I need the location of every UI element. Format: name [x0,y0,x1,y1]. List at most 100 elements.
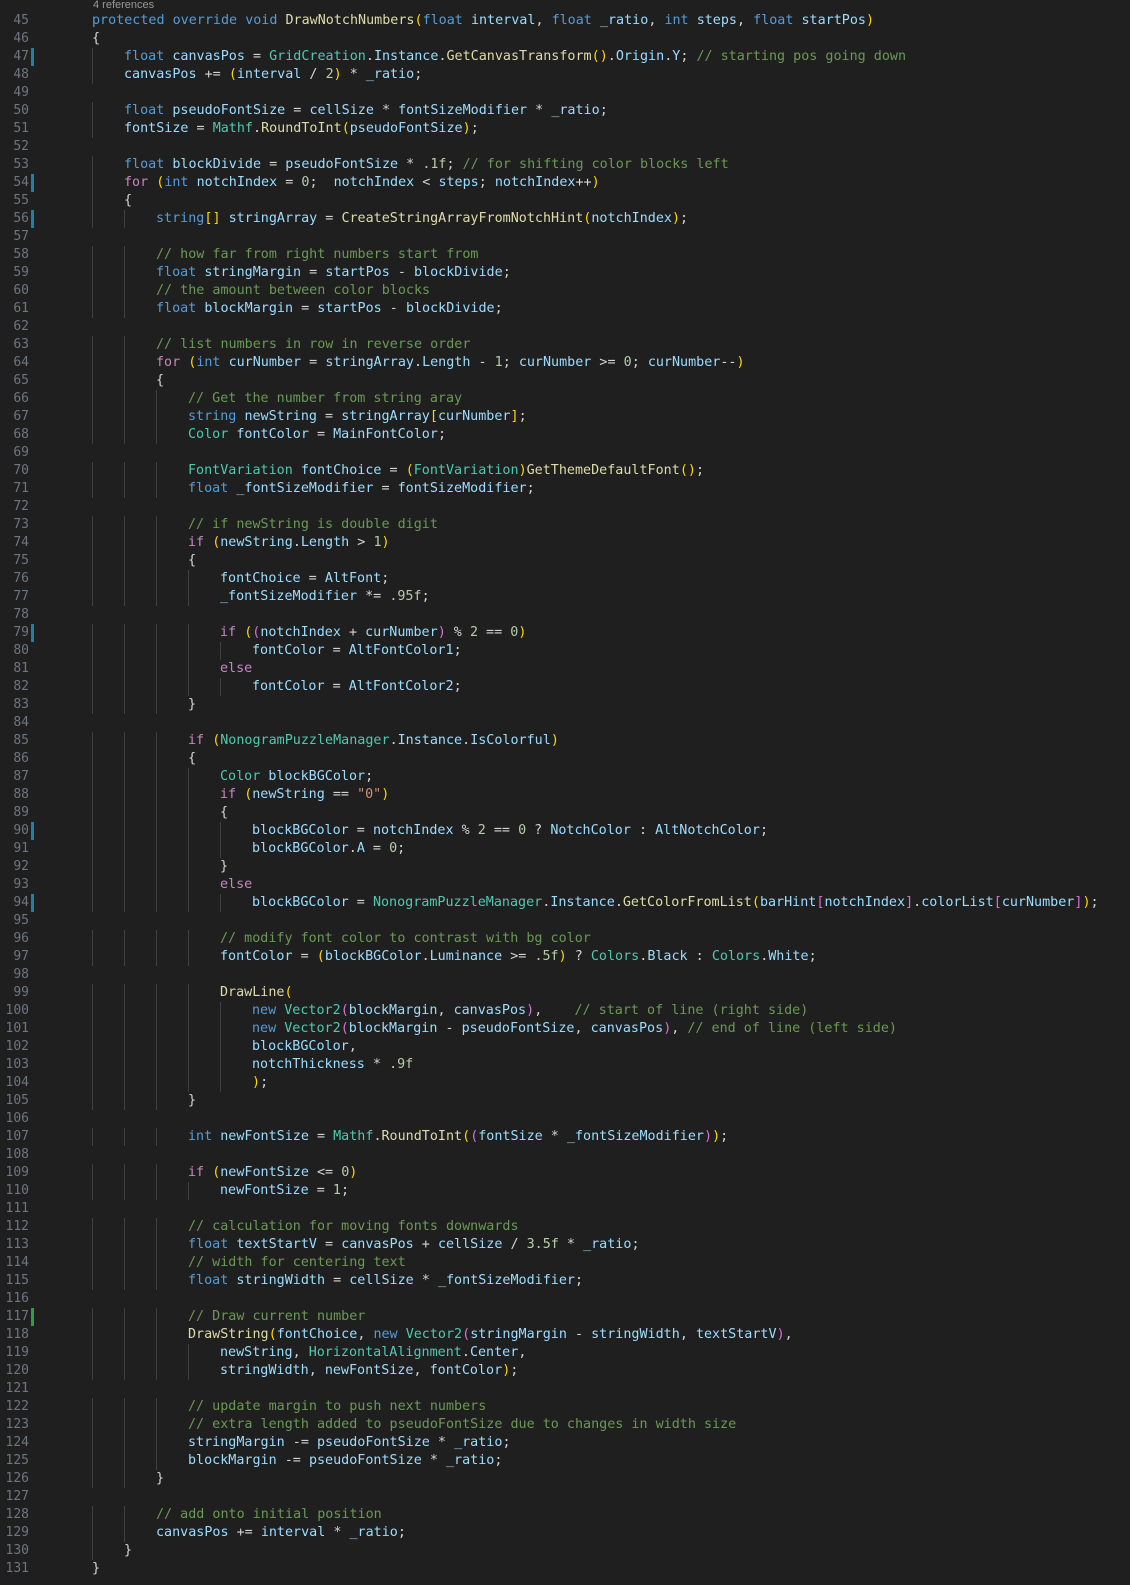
code-line[interactable]: 112 // calculation for moving fonts downw… [0,1218,1130,1236]
code-text[interactable]: else [220,876,252,894]
code-line[interactable]: 127 [0,1488,1130,1506]
code-text[interactable]: float pseudoFontSize = cellSize * fontSi… [124,102,608,120]
code-line[interactable]: 129 canvasPos += interval * _ratio; [0,1524,1130,1542]
code-line[interactable]: 94 blockBGColor = NonogramPuzzleManager.I… [0,894,1130,912]
code-line[interactable]: 131} [0,1560,1130,1578]
code-line[interactable]: 116 [0,1290,1130,1308]
code-line[interactable]: 60 // the amount between color blocks [0,282,1130,300]
code-line[interactable]: 55 { [0,192,1130,210]
code-text[interactable]: blockBGColor = NonogramPuzzleManager.Ins… [252,894,1099,912]
code-line[interactable]: 101 new Vector2(blockMargin - pseudoFontS… [0,1020,1130,1038]
code-text[interactable]: float blockDivide = pseudoFontSize * .1f… [124,156,729,174]
code-line[interactable]: 123 // extra length added to pseudoFontSi… [0,1416,1130,1434]
code-text[interactable]: DrawLine( [220,984,293,1002]
code-line[interactable]: 111 [0,1200,1130,1218]
gutter-modified-marker[interactable] [31,894,34,912]
code-line[interactable]: 108 [0,1146,1130,1164]
code-line[interactable]: 48 canvasPos += (interval / 2) * _ratio; [0,66,1130,84]
code-line[interactable]: 49 [0,84,1130,102]
code-text[interactable]: { [220,804,228,822]
code-text[interactable]: // Draw current number [188,1308,365,1326]
code-line[interactable]: 113 float textStartV = canvasPos + cellSi… [0,1236,1130,1254]
code-text[interactable]: float blockMargin = startPos - blockDivi… [156,300,503,318]
code-line[interactable]: 70 FontVariation fontChoice = (FontVariat… [0,462,1130,480]
code-text[interactable]: if (NonogramPuzzleManager.Instance.IsCol… [188,732,559,750]
code-line[interactable]: 83} [0,696,1130,714]
code-lines[interactable]: 45 protected override void DrawNotchNumbe… [0,12,1130,1578]
code-line[interactable]: 96 // modify font color to contrast with … [0,930,1130,948]
code-line[interactable]: 61 float blockMargin = startPos - blockDi… [0,300,1130,318]
gutter-modified-marker[interactable] [31,822,34,840]
code-line[interactable]: 47 float canvasPos = GridCreation.Instanc… [0,48,1130,66]
code-text[interactable]: blockBGColor = notchIndex % 2 == 0 ? Not… [252,822,768,840]
code-text[interactable]: if (newString.Length > 1) [188,534,390,552]
code-text[interactable]: if (newString == "0") [220,786,389,804]
code-text[interactable]: } [92,1560,100,1578]
code-text[interactable]: new Vector2(blockMargin - pseudoFontSize… [252,1020,897,1038]
code-line[interactable]: 119 newString, HorizontalAlignment.Center… [0,1344,1130,1362]
code-line[interactable]: 56 string[] stringArray = CreateStringArr… [0,210,1130,228]
gutter-modified-marker[interactable] [31,210,34,228]
code-line[interactable]: 98 [0,966,1130,984]
code-line[interactable]: 45 protected override void DrawNotchNumbe… [0,12,1130,30]
code-line[interactable]: 63 // list numbers in row in reverse orde… [0,336,1130,354]
code-line[interactable]: 78 [0,606,1130,624]
code-text[interactable]: blockBGColor.A = 0; [252,840,405,858]
code-line[interactable]: 64 for (int curNumber = stringArray.Lengt… [0,354,1130,372]
code-line[interactable]: 90 blockBGColor = notchIndex % 2 == 0 ? N… [0,822,1130,840]
code-text[interactable]: fontSize = Mathf.RoundToInt(pseudoFontSi… [124,120,479,138]
code-text[interactable]: else [220,660,252,678]
code-text[interactable]: // list numbers in row in reverse order [156,336,470,354]
code-text[interactable]: // update margin to push next numbers [188,1398,486,1416]
code-text[interactable]: // the amount between color blocks [156,282,430,300]
code-line[interactable]: 117 // Draw current number [0,1308,1130,1326]
code-line[interactable]: 65 { [0,372,1130,390]
code-line[interactable]: 84 [0,714,1130,732]
code-line[interactable]: 128 // add onto initial position [0,1506,1130,1524]
code-line[interactable]: 75 { [0,552,1130,570]
code-text[interactable]: // width for centering text [188,1254,406,1272]
code-line[interactable]: 126} [0,1470,1130,1488]
code-line[interactable]: 67 string newString = stringArray[curNumb… [0,408,1130,426]
code-text[interactable]: stringWidth, newFontSize, fontColor); [220,1362,518,1380]
code-line[interactable]: 76 fontChoice = AltFont; [0,570,1130,588]
code-line[interactable]: 114 // width for centering text [0,1254,1130,1272]
code-text[interactable]: FontVariation fontChoice = (FontVariatio… [188,462,704,480]
code-line[interactable]: 89 { [0,804,1130,822]
code-line[interactable]: 59 float stringMargin = startPos - blockD… [0,264,1130,282]
code-line[interactable]: 57 [0,228,1130,246]
gutter-modified-marker[interactable] [31,48,34,66]
code-text[interactable]: { [92,30,100,48]
code-text[interactable]: } [188,1092,196,1110]
code-line[interactable]: 104); [0,1074,1130,1092]
code-line[interactable]: 120 stringWidth, newFontSize, fontColor); [0,1362,1130,1380]
code-line[interactable]: 102 blockBGColor, [0,1038,1130,1056]
code-line[interactable]: 130} [0,1542,1130,1560]
code-line[interactable]: 100 new Vector2(blockMargin, canvasPos), … [0,1002,1130,1020]
code-text[interactable]: // add onto initial position [156,1506,382,1524]
code-text[interactable]: float stringMargin = startPos - blockDiv… [156,264,511,282]
gutter-modified-marker[interactable] [31,624,34,642]
code-line[interactable]: 110 newFontSize = 1; [0,1182,1130,1200]
code-text[interactable]: newFontSize = 1; [220,1182,349,1200]
code-text[interactable]: new Vector2(blockMargin, canvasPos), // … [252,1002,808,1020]
code-line[interactable]: 51 fontSize = Mathf.RoundToInt(pseudoFont… [0,120,1130,138]
code-text[interactable]: { [156,372,164,390]
code-line[interactable]: 103 notchThickness * .9f [0,1056,1130,1074]
code-line[interactable]: 46 { [0,30,1130,48]
code-line[interactable]: 73 // if newString is double digit [0,516,1130,534]
code-text[interactable]: float stringWidth = cellSize * _fontSize… [188,1272,583,1290]
code-text[interactable]: Color fontColor = MainFontColor; [188,426,446,444]
gutter-modified-marker[interactable] [31,174,34,192]
code-line[interactable]: 88 if (newString == "0") [0,786,1130,804]
gutter-added-marker[interactable] [31,1308,34,1326]
code-line[interactable]: 87 Color blockBGColor; [0,768,1130,786]
code-line[interactable]: 124 stringMargin -= pseudoFontSize * _rat… [0,1434,1130,1452]
code-line[interactable]: 53 float blockDivide = pseudoFontSize * .… [0,156,1130,174]
code-text[interactable]: protected override void DrawNotchNumbers… [92,12,874,30]
code-line[interactable]: 106 [0,1110,1130,1128]
code-text[interactable]: // modify font color to contrast with bg… [220,930,591,948]
code-line[interactable]: 122 // update margin to push next numbers [0,1398,1130,1416]
code-text[interactable]: // calculation for moving fonts downward… [188,1218,519,1236]
code-line[interactable]: 109 if (newFontSize <= 0) [0,1164,1130,1182]
